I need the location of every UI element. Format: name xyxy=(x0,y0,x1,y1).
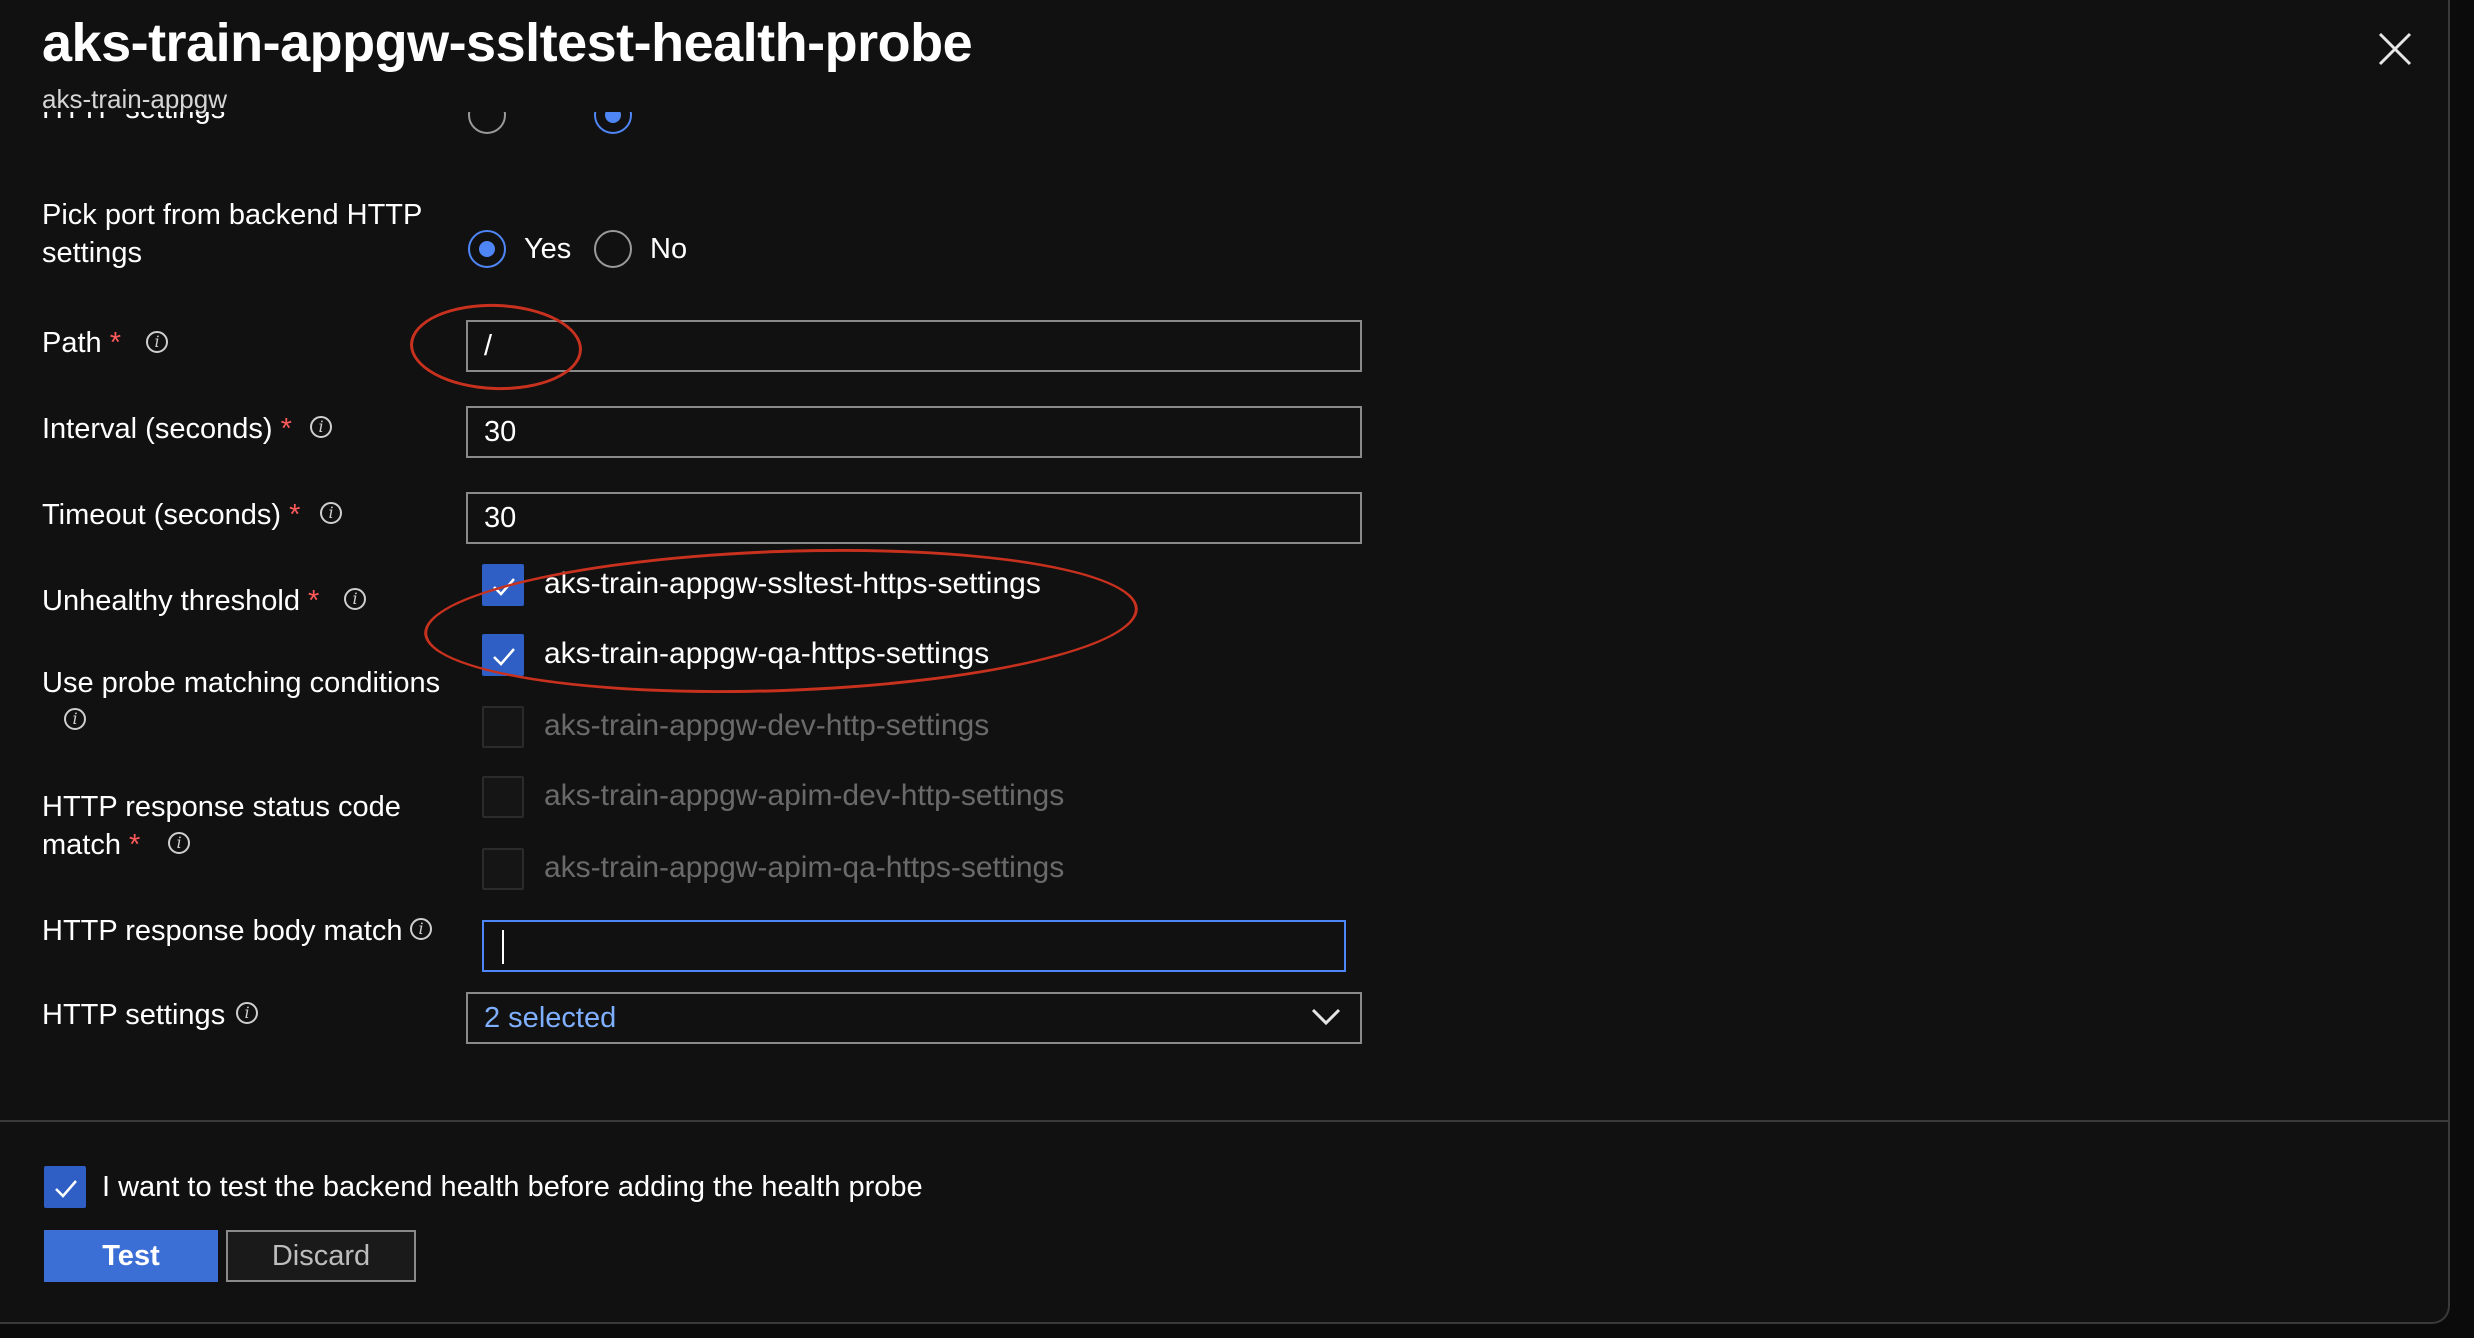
discard-button[interactable]: Discard xyxy=(226,1230,416,1282)
required-marker: * xyxy=(308,585,320,617)
pick-port-no-radio[interactable] xyxy=(594,230,632,268)
chevron-down-icon[interactable] xyxy=(1310,1006,1342,1033)
pick-port-yes-label[interactable]: Yes xyxy=(524,230,571,268)
test-button[interactable]: Test xyxy=(44,1230,218,1282)
scrolled-row: HTTP settings xyxy=(0,112,1400,144)
timeout-info-icon[interactable]: i xyxy=(320,502,342,524)
pick-port-label: Pick port from backend HTTP settings xyxy=(42,199,422,269)
page-subtitle: aks-train-appgw xyxy=(42,84,227,114)
unhealthy-threshold-label-text: Unhealthy threshold xyxy=(42,585,300,617)
required-marker: * xyxy=(280,413,292,445)
option-checkbox xyxy=(482,848,524,890)
required-marker: * xyxy=(129,829,141,861)
text-cursor xyxy=(502,930,504,964)
option-label: aks-train-appgw-apim-qa-https-settings xyxy=(544,851,1065,884)
scrolled-radio-1[interactable] xyxy=(468,112,506,134)
status-code-info-icon[interactable]: i xyxy=(168,832,190,854)
http-settings-label: HTTP settings xyxy=(42,999,226,1031)
timeout-input[interactable]: 30 xyxy=(466,492,1362,544)
interval-info-icon[interactable]: i xyxy=(310,416,332,438)
footer-divider xyxy=(0,1120,2448,1122)
scrolled-label: HTTP settings xyxy=(42,112,225,128)
body-match-label: HTTP response body match xyxy=(42,915,403,947)
option-label: aks-train-appgw-dev-http-settings xyxy=(544,709,990,742)
interval-label-text: Interval (seconds) xyxy=(42,413,273,445)
http-settings-info-icon[interactable]: i xyxy=(236,1002,258,1024)
close-icon[interactable] xyxy=(2376,30,2414,68)
test-health-checkbox[interactable] xyxy=(44,1166,86,1208)
pick-port-no-label[interactable]: No xyxy=(650,230,687,268)
status-code-label-line1: HTTP response status code xyxy=(42,791,401,823)
interval-input[interactable]: 30 xyxy=(466,406,1362,458)
path-input[interactable]: / xyxy=(466,320,1362,372)
path-label: Path * xyxy=(42,324,121,362)
timeout-label-text: Timeout (seconds) xyxy=(42,499,282,531)
http-settings-dropdown[interactable]: 2 selected xyxy=(466,992,1362,1044)
required-marker: * xyxy=(109,327,122,359)
probe-matching-info-icon[interactable]: i xyxy=(64,708,86,730)
pick-port-yes-radio[interactable] xyxy=(468,230,506,268)
timeout-label: Timeout (seconds) * xyxy=(42,496,300,534)
page-title: aks-train-appgw-ssltest-health-probe xyxy=(42,13,973,73)
unhealthy-threshold-info-icon[interactable]: i xyxy=(344,588,366,610)
path-info-icon[interactable]: i xyxy=(146,331,168,353)
body-match-info-icon[interactable]: i xyxy=(410,918,432,940)
test-health-label[interactable]: I want to test the backend health before… xyxy=(102,1168,923,1206)
option-label: aks-train-appgw-apim-dev-http-settings xyxy=(544,779,1065,812)
path-label-text: Path xyxy=(42,327,102,359)
required-marker: * xyxy=(289,499,301,531)
probe-matching-label: Use probe matching conditions xyxy=(42,667,441,699)
interval-label: Interval (seconds) * xyxy=(42,410,292,448)
status-code-label-line2: match * xyxy=(42,826,140,864)
unhealthy-threshold-label: Unhealthy threshold * xyxy=(42,582,319,620)
scrolled-radio-2[interactable] xyxy=(594,112,632,134)
option-checkbox xyxy=(482,706,524,748)
body-match-input[interactable] xyxy=(482,920,1346,972)
status-code-label-line2-text: match xyxy=(42,829,121,861)
option-checkbox xyxy=(482,776,524,818)
